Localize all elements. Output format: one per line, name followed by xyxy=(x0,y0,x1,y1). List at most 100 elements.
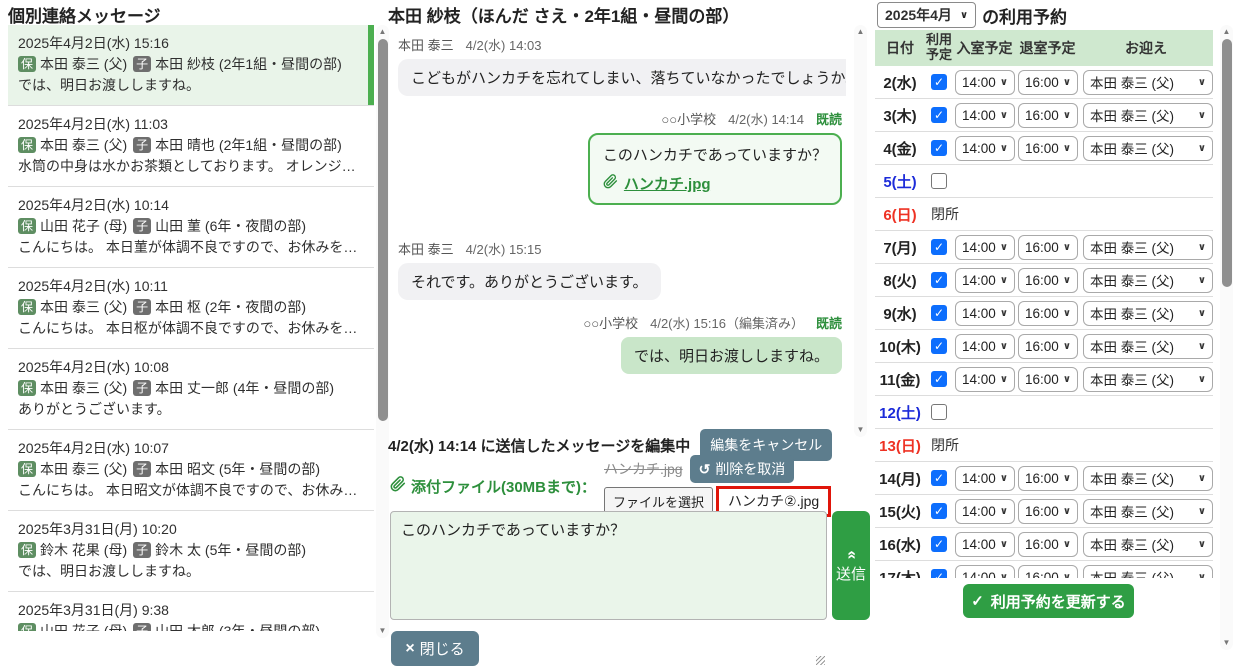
month-select[interactable]: 2025年4月∨ xyxy=(877,2,976,28)
pickup-select[interactable]: 本田 泰三 (父)∨ xyxy=(1083,268,1213,293)
check-icon: ✓ xyxy=(934,340,944,352)
exit-time-select[interactable]: 16:00∨ xyxy=(1018,334,1078,359)
use-checkbox[interactable]: ✓ xyxy=(931,371,947,387)
entry-time-select[interactable]: 14:00∨ xyxy=(955,565,1015,579)
exit-time-select[interactable]: 16:00∨ xyxy=(1018,466,1078,491)
use-checkbox[interactable]: ✓ xyxy=(931,503,947,519)
use-checkbox[interactable]: ✓ xyxy=(931,107,947,123)
pickup-select[interactable]: 本田 泰三 (父)∨ xyxy=(1083,136,1213,161)
attachment-link[interactable]: ハンカチ.jpg xyxy=(624,173,711,194)
entry-time-select[interactable]: 14:00∨ xyxy=(955,334,1015,359)
pickup-select[interactable]: 本田 泰三 (父)∨ xyxy=(1083,103,1213,128)
list-item[interactable]: 2025年4月2日(水) 10:11 保本田 泰三 (父)子本田 枢 (2年・夜… xyxy=(8,267,374,348)
entry-time-select[interactable]: 14:00∨ xyxy=(955,499,1015,524)
reservation-row: 10(木) ✓ 14:00∨ 16:00∨ 本田 泰三 (父)∨ xyxy=(875,330,1213,363)
chevron-down-icon: ∨ xyxy=(1063,374,1071,385)
undo-delete-button[interactable]: ↺削除を取消 xyxy=(690,455,795,483)
row-date: 7(月) xyxy=(875,237,925,258)
use-checkbox[interactable]: ✓ xyxy=(931,74,947,90)
pickup-select[interactable]: 本田 泰三 (父)∨ xyxy=(1083,70,1213,95)
exit-time-select[interactable]: 16:00∨ xyxy=(1018,70,1078,95)
entry-time-select[interactable]: 14:00∨ xyxy=(955,235,1015,260)
reservation-scrollbar[interactable]: ▲ ▼ xyxy=(1220,25,1233,650)
use-checkbox[interactable]: ✓ xyxy=(931,338,947,354)
exit-time-select[interactable]: 16:00∨ xyxy=(1018,235,1078,260)
message-textarea[interactable]: このハンカチであっていますか？ xyxy=(390,511,827,620)
row-date: 12(土) xyxy=(875,402,925,423)
entry-time-select[interactable]: 14:00∨ xyxy=(955,103,1015,128)
list-item[interactable]: 2025年4月2日(水) 10:14 保山田 花子 (母)子山田 菫 (6年・夜… xyxy=(8,186,374,267)
entry-time-select[interactable]: 14:00∨ xyxy=(955,532,1015,557)
chat-sender: 本田 泰三 xyxy=(398,242,454,257)
entry-time-select[interactable]: 14:00∨ xyxy=(955,70,1015,95)
check-icon: ✓ xyxy=(971,592,984,610)
scroll-up-icon[interactable]: ▲ xyxy=(1220,27,1233,37)
use-checkbox[interactable]: ✓ xyxy=(931,239,947,255)
pickup-select[interactable]: 本田 泰三 (父)∨ xyxy=(1083,301,1213,326)
scroll-down-icon[interactable]: ▼ xyxy=(854,425,867,435)
pickup-select[interactable]: 本田 泰三 (父)∨ xyxy=(1083,235,1213,260)
use-checkbox[interactable]: ✓ xyxy=(931,272,947,288)
pickup-select[interactable]: 本田 泰三 (父)∨ xyxy=(1083,466,1213,491)
pickup-select[interactable]: 本田 泰三 (父)∨ xyxy=(1083,334,1213,359)
scroll-down-icon[interactable]: ▼ xyxy=(1220,638,1233,648)
exit-time-select[interactable]: 16:00∨ xyxy=(1018,565,1078,579)
update-reservations-button[interactable]: ✓利用予約を更新する xyxy=(963,584,1134,618)
list-item[interactable]: 2025年3月31日(月) 10:20 保鈴木 花果 (母)子鈴木 太 (5年・… xyxy=(8,510,374,591)
check-icon: ✓ xyxy=(934,472,944,484)
entry-time-select[interactable]: 14:00∨ xyxy=(955,367,1015,392)
chevron-down-icon: ∨ xyxy=(1198,143,1206,154)
exit-time-select[interactable]: 16:00∨ xyxy=(1018,268,1078,293)
chevron-down-icon: ∨ xyxy=(1198,308,1206,319)
list-item[interactable]: 2025年4月2日(水) 10:08 保本田 泰三 (父)子本田 丈一郎 (4年… xyxy=(8,348,374,429)
message-preview: ありがとうございます。 xyxy=(18,399,364,420)
chat-time: 4/2(水) 14:14 xyxy=(728,112,804,127)
chevron-down-icon: ∨ xyxy=(1000,506,1008,517)
exit-time-select[interactable]: 16:00∨ xyxy=(1018,103,1078,128)
child-name: 鈴木 太 (5年・昼間の部) xyxy=(155,542,306,558)
chat-bubble: このハンカチであっていますか？ ハンカチ.jpg xyxy=(588,133,842,205)
pickup-select[interactable]: 本田 泰三 (父)∨ xyxy=(1083,499,1213,524)
use-checkbox[interactable] xyxy=(931,173,947,189)
entry-time-select[interactable]: 14:00∨ xyxy=(955,268,1015,293)
scrollbar-thumb[interactable] xyxy=(378,39,388,421)
send-button[interactable]: « 送信 xyxy=(832,511,870,620)
scroll-up-icon[interactable]: ▲ xyxy=(854,27,867,37)
reservation-table: 日付 利用予定 入室予定 退室予定 お迎え 2(水) ✓ 14:00∨ 16:0… xyxy=(875,30,1213,578)
list-item[interactable]: 2025年3月31日(月) 9:38 保山田 花子 (母)子山田 太郎 (3年・… xyxy=(8,591,374,631)
list-item[interactable]: 2025年4月2日(水) 10:07 保本田 泰三 (父)子本田 昭文 (5年・… xyxy=(8,429,374,510)
exit-time-select[interactable]: 16:00∨ xyxy=(1018,367,1078,392)
list-item[interactable]: 2025年4月2日(水) 15:16 保本田 泰三 (父)子本田 紗枝 (2年1… xyxy=(8,25,374,105)
use-checkbox[interactable] xyxy=(931,404,947,420)
chevron-down-icon: ∨ xyxy=(1000,77,1008,88)
use-checkbox[interactable]: ✓ xyxy=(931,305,947,321)
use-checkbox[interactable]: ✓ xyxy=(931,569,947,578)
chat-message: 本田 泰三4/2(水) 14:03 こどもがハンカチを忘れてしまい、落ちていなか… xyxy=(398,35,842,96)
message-datetime: 2025年4月2日(水) 10:08 xyxy=(18,357,364,378)
exit-time-select[interactable]: 16:00∨ xyxy=(1018,499,1078,524)
chat-scrollbar[interactable]: ▲ ▼ xyxy=(854,25,867,437)
entry-time-select[interactable]: 14:00∨ xyxy=(955,301,1015,326)
use-checkbox[interactable]: ✓ xyxy=(931,470,947,486)
pickup-select[interactable]: 本田 泰三 (父)∨ xyxy=(1083,532,1213,557)
reservation-row: 15(火) ✓ 14:00∨ 16:00∨ 本田 泰三 (父)∨ xyxy=(875,495,1213,528)
exit-time-select[interactable]: 16:00∨ xyxy=(1018,136,1078,161)
pickup-select[interactable]: 本田 泰三 (父)∨ xyxy=(1083,367,1213,392)
close-button[interactable]: ×閉じる xyxy=(391,631,478,666)
chat-bubble: それです。ありがとうございます。 xyxy=(398,263,661,300)
exit-time-select[interactable]: 16:00∨ xyxy=(1018,301,1078,326)
use-checkbox[interactable]: ✓ xyxy=(931,536,947,552)
chat-sender: ○○小学校 xyxy=(661,112,716,127)
list-item[interactable]: 2025年4月2日(水) 11:03 保本田 泰三 (父)子本田 晴也 (2年1… xyxy=(8,105,374,186)
entry-time-select[interactable]: 14:00∨ xyxy=(955,466,1015,491)
entry-time-select[interactable]: 14:00∨ xyxy=(955,136,1015,161)
use-checkbox[interactable]: ✓ xyxy=(931,140,947,156)
reservation-row: 17(木) ✓ 14:00∨ 16:00∨ 本田 泰三 (父)∨ xyxy=(875,561,1213,578)
chevron-down-icon: ∨ xyxy=(1198,275,1206,286)
guardian-badge: 保 xyxy=(18,461,36,477)
pickup-select[interactable]: 本田 泰三 (父)∨ xyxy=(1083,565,1213,579)
message-datetime: 2025年4月2日(水) 11:03 xyxy=(18,114,364,135)
row-date: 16(水) xyxy=(875,534,925,555)
exit-time-select[interactable]: 16:00∨ xyxy=(1018,532,1078,557)
scrollbar-thumb[interactable] xyxy=(1222,39,1232,287)
